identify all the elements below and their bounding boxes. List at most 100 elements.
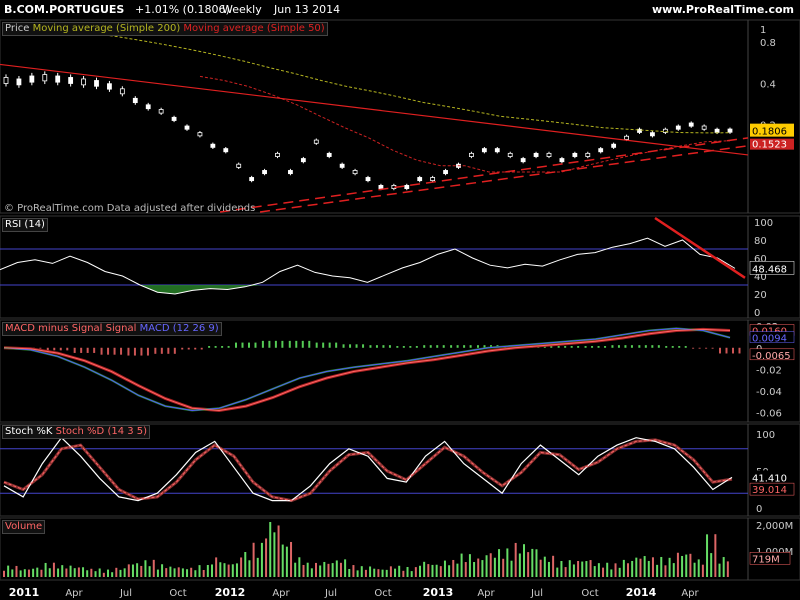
macd-line: [3, 327, 731, 411]
x-axis-label: Apr: [681, 588, 699, 599]
legend-price-label: Price: [5, 23, 30, 34]
price-candle: [714, 128, 720, 133]
price-candle: [611, 143, 617, 148]
price-candle: [197, 132, 203, 137]
legend-volume-label: Volume: [5, 521, 43, 532]
stoch-k-line: [3, 436, 733, 502]
price-candle: [249, 177, 255, 182]
price-candle: [326, 152, 332, 157]
price-candle: [624, 135, 629, 140]
price-candle: [81, 78, 86, 86]
stoch-d-tag: 39.014: [752, 485, 787, 496]
x-axis-label: 2014: [626, 586, 657, 599]
volume-tag-bg: [749, 552, 791, 565]
x-axis-label: Oct: [581, 588, 598, 599]
rsi-y-tick-label: 40: [754, 272, 767, 283]
symbol-label: B.COM.PORTUGUES: [4, 3, 125, 16]
stoch-y-tick-label: 0: [756, 504, 762, 515]
macd-y-tick-label: 0: [756, 344, 762, 355]
price-candle: [391, 184, 397, 189]
price-candle: [637, 128, 642, 133]
price-candle: [675, 125, 681, 130]
x-axis-label: Jul: [324, 588, 337, 599]
price-candle: [132, 97, 138, 104]
panel-rsi: [0, 215, 800, 319]
price-candle: [481, 148, 487, 153]
rsi-y-tick-label: 0: [754, 308, 760, 319]
price-y-tick-label: 1: [760, 25, 766, 36]
price-candle: [158, 109, 164, 114]
stoch-k-tag-bg: [750, 470, 794, 484]
price-candle: [288, 170, 293, 175]
legend-macd[interactable]: MACD minus Signal Signal MACD (12 26 9): [2, 322, 222, 336]
macd-tag-hist: -0.0065: [752, 351, 791, 362]
stoch-y-tick-label: 100: [756, 430, 775, 441]
volume-y-tick-label: 2,000M: [756, 521, 793, 532]
volume-tag: 719M: [752, 554, 780, 565]
price-candle: [236, 163, 242, 168]
macd-tag-signal: 0.0160: [752, 326, 787, 337]
legend-stoch-d-label: Stoch %D (14 3 5): [55, 426, 148, 437]
price-candle: [417, 177, 423, 182]
volume-y-tick-label: 1,000M: [756, 547, 793, 558]
legend-volume[interactable]: Volume: [2, 520, 46, 534]
x-axis-label: 2011: [9, 586, 40, 599]
price-candle: [494, 148, 500, 153]
price-candle: [68, 77, 74, 84]
price-candle: [29, 75, 35, 83]
price-candle: [94, 80, 99, 87]
price-candle: [119, 88, 125, 95]
price-candle: [546, 152, 552, 157]
price-candle: [701, 125, 707, 130]
rsi-y-tick-label: 80: [754, 236, 767, 247]
price-candle: [572, 152, 578, 157]
macd-tag-line-bg: [749, 331, 795, 343]
price-candle: [443, 170, 448, 175]
macd-signal-line: [3, 328, 731, 411]
legend-rsi[interactable]: RSI (14): [2, 218, 48, 232]
price-candle: [339, 163, 345, 168]
ma200-line: [39, 28, 731, 134]
stoch-d-tag-bg: [749, 482, 795, 496]
price-watermark: © ProRealTime.com Data adjusted after di…: [4, 203, 256, 214]
legend-macd-line-label: MACD (12 26 9): [139, 323, 219, 334]
legend-price[interactable]: Price Moving average (Simple 200) Moving…: [2, 22, 328, 36]
chart-canvas[interactable]: 1 0.8 0.4 0.20.1806 0.1523 100 80 60 40 20 0 48.468…: [0, 0, 800, 600]
price-candle: [559, 158, 565, 163]
rsi-tag-bg: [749, 261, 795, 275]
legend-stoch[interactable]: Stoch %K Stoch %D (14 3 5): [2, 425, 151, 439]
macd-signal-band: [3, 327, 731, 412]
stoch-k-tag: 41.410: [752, 473, 787, 484]
x-axis-label: Apr: [272, 588, 290, 599]
price-tag: 0.1806: [752, 127, 787, 138]
downtrend-line: [0, 63, 749, 156]
price-candle: [662, 128, 668, 133]
macd-y-tick-label: -0.04: [756, 387, 782, 398]
price-candle: [688, 122, 694, 127]
price-candle: [430, 177, 436, 182]
rsi-y-tick-label: 20: [754, 290, 767, 301]
price-y-tick-label: 0.8: [760, 38, 776, 49]
ma50-tag-bg: [750, 138, 794, 150]
price-candle: [378, 184, 384, 189]
rsi-y-tick-label: 60: [754, 254, 767, 265]
ma50-tag: 0.1523: [752, 140, 787, 151]
stoch-d-line: [3, 439, 733, 502]
macd-tag-hist-bg: [749, 348, 795, 361]
rsi-oversold-area: [0, 285, 735, 294]
price-candle: [55, 75, 61, 83]
price-candle: [313, 139, 319, 144]
x-axis-label: Jul: [530, 588, 543, 599]
stoch-fill-band: [3, 438, 733, 503]
price-candle: [404, 184, 410, 189]
macd-tag-line: 0.0094: [752, 334, 787, 345]
price-candle: [456, 163, 461, 168]
x-axis-label: Apr: [65, 588, 83, 599]
timeframe-label[interactable]: Weekly: [222, 3, 262, 16]
panel-vol: [0, 517, 800, 581]
price-candle: [598, 148, 604, 153]
date-label: Jun 13 2014: [274, 3, 341, 16]
price-candle: [650, 132, 655, 137]
rsi-line: [0, 237, 736, 295]
price-candle: [42, 74, 48, 82]
